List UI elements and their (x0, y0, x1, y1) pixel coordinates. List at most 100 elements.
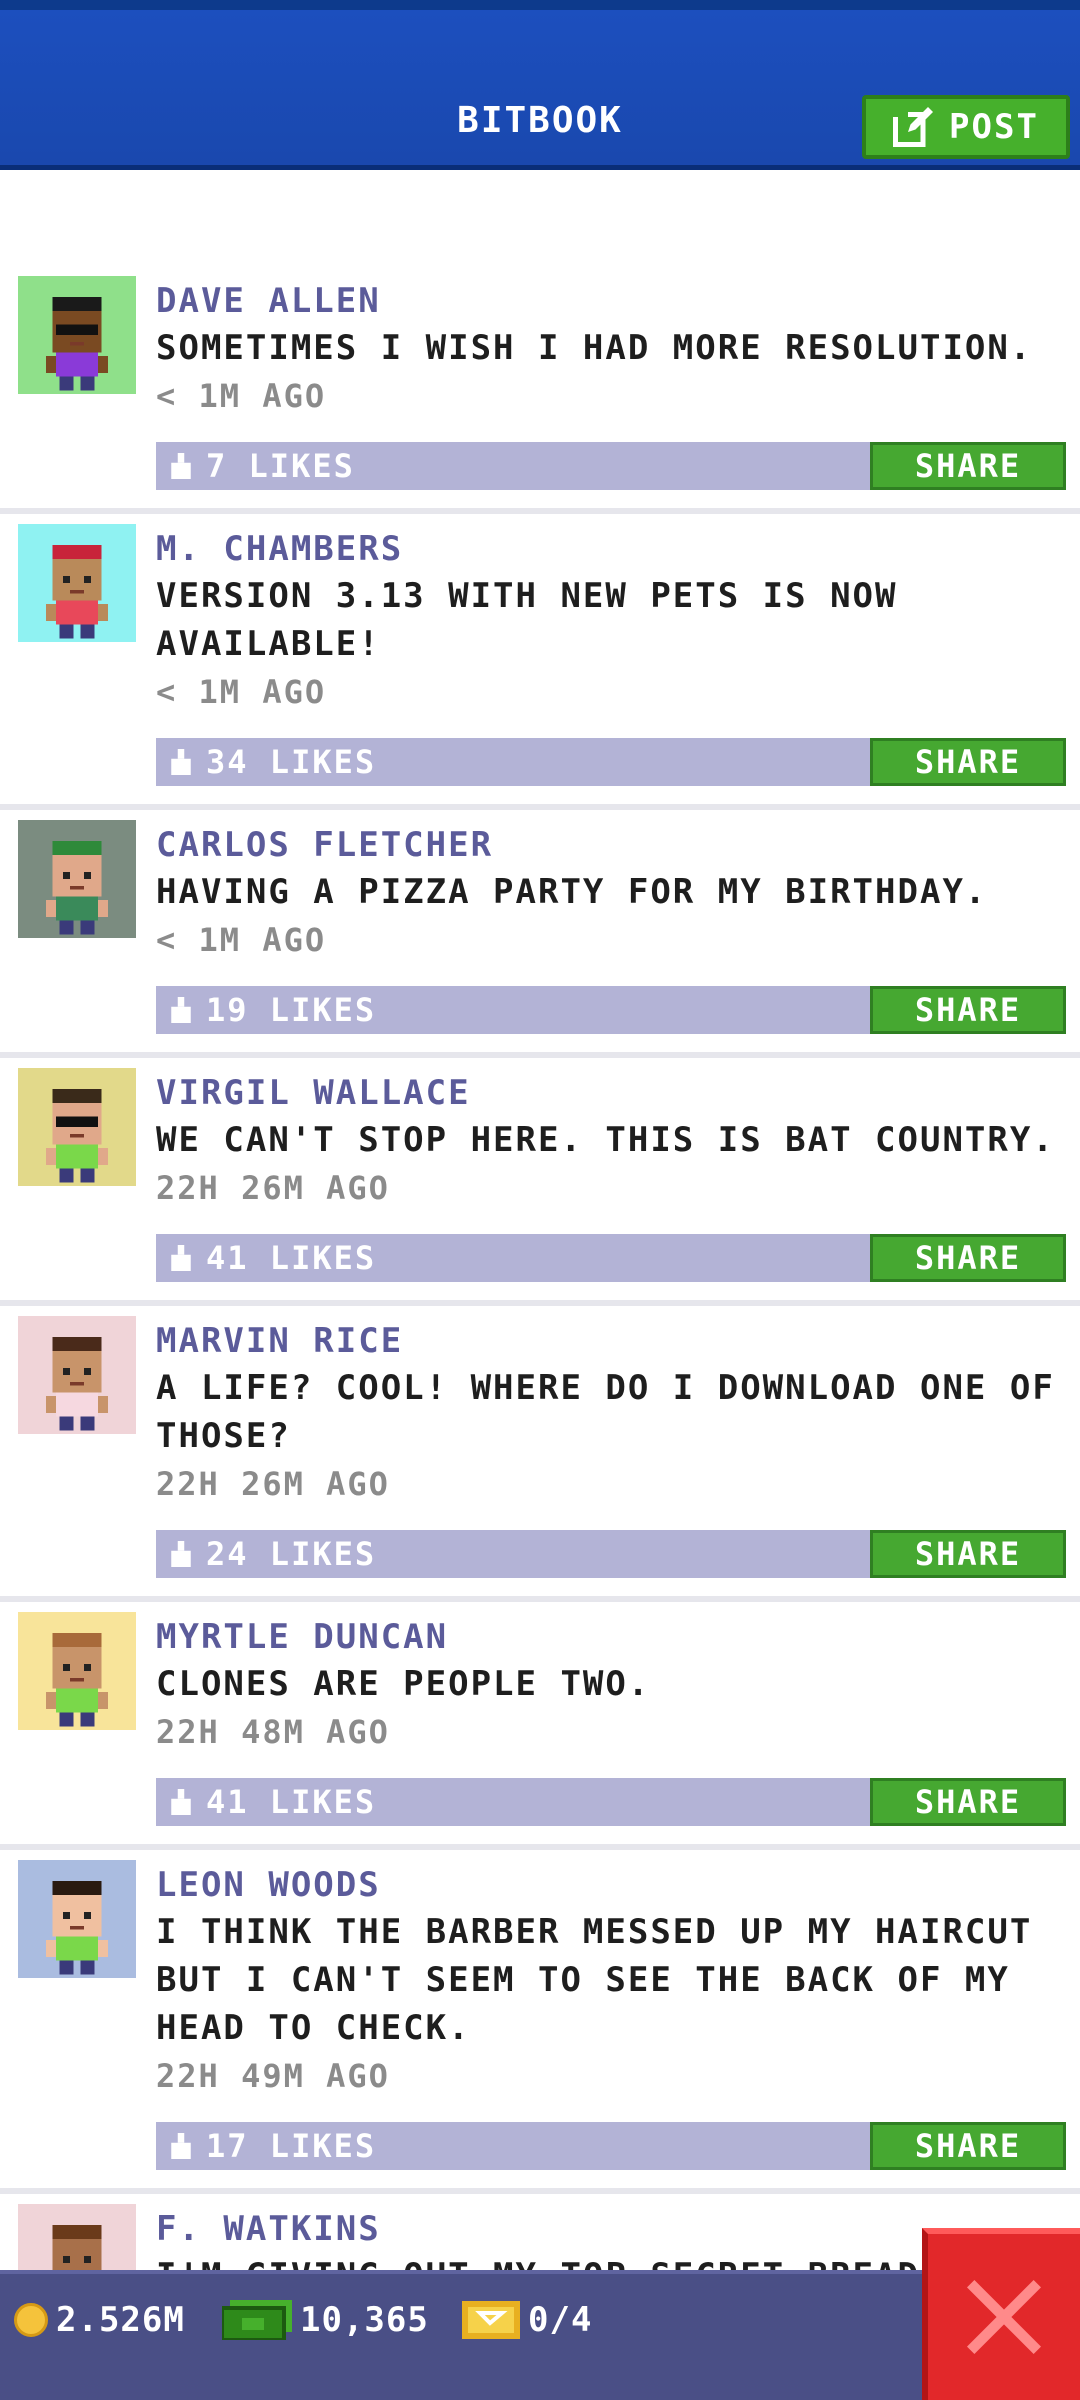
tickets-value: 0/4 (528, 2300, 593, 2340)
close-button[interactable] (922, 2228, 1080, 2400)
thumbs-up-icon (171, 1245, 191, 1271)
feed-list[interactable]: DAVE ALLEN SOMETIMES I WISH I HAD MORE R… (0, 170, 1080, 2270)
likes-bar: 7 LIKES SHARE (156, 442, 1066, 490)
likes-bar: 19 LIKES SHARE (156, 986, 1066, 1034)
person-avatar-icon (45, 1632, 109, 1727)
like-button[interactable]: 41 LIKES (156, 1239, 376, 1277)
person-avatar-icon (45, 1336, 109, 1431)
likes-bar: 17 LIKES SHARE (156, 2122, 1066, 2170)
avatar[interactable] (18, 1612, 136, 1730)
post-author[interactable]: VIRGIL WALLACE (156, 1064, 1066, 1116)
thumbs-up-icon (171, 1789, 191, 1815)
like-button[interactable]: 41 LIKES (156, 1783, 376, 1821)
coin-icon (14, 2303, 48, 2337)
likes-count: 41 LIKES (206, 1239, 377, 1277)
post-time: 22H 49M AGO (156, 2057, 390, 2095)
post-author[interactable]: CARLOS FLETCHER (156, 816, 1066, 868)
tickets-stat: 0/4 (462, 2300, 592, 2340)
post-text: VERSION 3.13 WITH NEW PETS IS NOW AVAILA… (156, 576, 898, 664)
post-text: I THINK THE BARBER MESSED UP MY HAIRCUT … (156, 1912, 1033, 2048)
post-content: DAVE ALLEN SOMETIMES I WISH I HAD MORE R… (156, 272, 1066, 490)
likes-count: 17 LIKES (206, 2127, 377, 2165)
post-content: LEON WOODS I THINK THE BARBER MESSED UP … (156, 1856, 1066, 2170)
post-content: MARVIN RICE A LIFE? COOL! WHERE DO I DOW… (156, 1312, 1066, 1578)
post-time: 22H 26M AGO (156, 1169, 390, 1207)
likes-count: 41 LIKES (206, 1783, 377, 1821)
post-time: < 1M AGO (156, 673, 327, 711)
like-button[interactable]: 7 LIKES (156, 447, 355, 485)
like-button[interactable]: 24 LIKES (156, 1535, 376, 1573)
thumbs-up-icon (171, 749, 191, 775)
edit-icon (893, 107, 934, 147)
likes-count: 19 LIKES (206, 991, 377, 1029)
post-text: WE CAN'T STOP HERE. THIS IS BAT COUNTRY. (156, 1120, 1055, 1160)
feed-post: DAVE ALLEN SOMETIMES I WISH I HAD MORE R… (0, 266, 1080, 514)
post-text: HAVING A PIZZA PARTY FOR MY BIRTHDAY. (156, 872, 988, 912)
post-content: MYRTLE DUNCAN CLONES ARE PEOPLE TWO. 22H… (156, 1608, 1066, 1826)
share-button[interactable]: SHARE (870, 1778, 1066, 1826)
likes-count: 24 LIKES (206, 1535, 377, 1573)
person-avatar-icon (45, 1880, 109, 1975)
share-button[interactable]: SHARE (870, 1234, 1066, 1282)
avatar[interactable] (18, 2204, 136, 2270)
avatar[interactable] (18, 276, 136, 394)
share-button[interactable]: SHARE (870, 442, 1066, 490)
post-author[interactable]: M. CHAMBERS (156, 520, 1066, 572)
bux-stat: 10,365 (222, 2300, 429, 2340)
post-text: SOMETIMES I WISH I HAD MORE RESOLUTION. (156, 328, 1033, 368)
post-author[interactable]: MARVIN RICE (156, 1312, 1066, 1364)
post-author[interactable]: DAVE ALLEN (156, 272, 1066, 324)
avatar[interactable] (18, 1316, 136, 1434)
post-button-label: POST (949, 107, 1039, 147)
post-content: VIRGIL WALLACE WE CAN'T STOP HERE. THIS … (156, 1064, 1066, 1282)
coins-value: 2.526M (56, 2300, 185, 2340)
like-button[interactable]: 34 LIKES (156, 743, 376, 781)
thumbs-up-icon (171, 453, 191, 479)
post-time: < 1M AGO (156, 377, 327, 415)
share-button[interactable]: SHARE (870, 1530, 1066, 1578)
app-root: BITBOOK POST DAVE ALLEN SOMETIMES I WISH… (0, 0, 1080, 2400)
post-content: CARLOS FLETCHER HAVING A PIZZA PARTY FOR… (156, 816, 1066, 1034)
likes-count: 34 LIKES (206, 743, 377, 781)
avatar[interactable] (18, 820, 136, 938)
post-time: < 1M AGO (156, 921, 327, 959)
thumbs-up-icon (171, 997, 191, 1023)
person-avatar-icon (52, 2224, 102, 2270)
person-avatar-icon (45, 296, 109, 391)
post-text: CLONES ARE PEOPLE TWO. (156, 1664, 651, 1704)
likes-bar: 34 LIKES SHARE (156, 738, 1066, 786)
avatar[interactable] (18, 524, 136, 642)
close-icon (967, 2280, 1041, 2354)
thumbs-up-icon (171, 1541, 191, 1567)
like-button[interactable]: 17 LIKES (156, 2127, 376, 2165)
bux-value: 10,365 (300, 2300, 429, 2340)
ticket-icon (462, 2301, 520, 2339)
feed-post: VIRGIL WALLACE WE CAN'T STOP HERE. THIS … (0, 1058, 1080, 1306)
share-button[interactable]: SHARE (870, 2122, 1066, 2170)
post-button[interactable]: POST (862, 95, 1070, 159)
likes-bar: 24 LIKES SHARE (156, 1530, 1066, 1578)
thumbs-up-icon (171, 2133, 191, 2159)
feed-post: LEON WOODS I THINK THE BARBER MESSED UP … (0, 1850, 1080, 2194)
feed-post: F. WATKINS I'M GIVING OUT MY TOP SECRET … (0, 2194, 1080, 2270)
status-bar: 2.526M 10,365 0/4 (0, 2270, 1080, 2400)
post-author[interactable]: MYRTLE DUNCAN (156, 1608, 1066, 1660)
header-bar: BITBOOK POST (0, 0, 1080, 170)
likes-count: 7 LIKES (206, 447, 355, 485)
coins-stat: 2.526M (14, 2300, 185, 2340)
likes-bar: 41 LIKES SHARE (156, 1234, 1066, 1282)
likes-bar: 41 LIKES SHARE (156, 1778, 1066, 1826)
person-avatar-icon (45, 1088, 109, 1183)
post-content: M. CHAMBERS VERSION 3.13 WITH NEW PETS I… (156, 520, 1066, 786)
share-button[interactable]: SHARE (870, 738, 1066, 786)
avatar[interactable] (18, 1068, 136, 1186)
feed-post: CARLOS FLETCHER HAVING A PIZZA PARTY FOR… (0, 810, 1080, 1058)
person-avatar-icon (45, 840, 109, 935)
feed-post: M. CHAMBERS VERSION 3.13 WITH NEW PETS I… (0, 514, 1080, 810)
post-author[interactable]: LEON WOODS (156, 1856, 1066, 1908)
like-button[interactable]: 19 LIKES (156, 991, 376, 1029)
feed-post: MARVIN RICE A LIFE? COOL! WHERE DO I DOW… (0, 1306, 1080, 1602)
share-button[interactable]: SHARE (870, 986, 1066, 1034)
post-text: A LIFE? COOL! WHERE DO I DOWNLOAD ONE OF… (156, 1368, 1055, 1456)
avatar[interactable] (18, 1860, 136, 1978)
